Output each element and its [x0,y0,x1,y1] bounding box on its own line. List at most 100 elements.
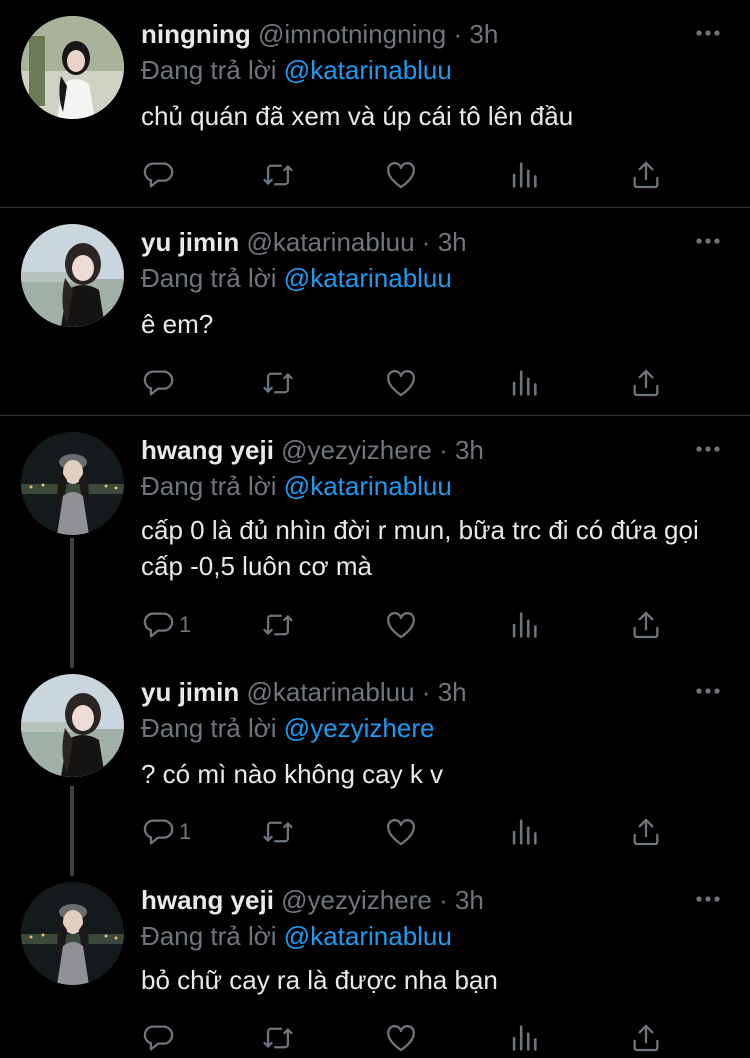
share-button[interactable] [629,605,663,645]
replying-to-label: Đang trả lời [141,263,277,293]
author-name[interactable]: hwang yeji [141,435,274,465]
more-icon[interactable] [694,235,722,247]
more-icon[interactable] [694,893,722,905]
tweet-header: hwang yeji @yezyizhere · 3h [141,430,484,470]
author-name[interactable]: yu jimin [141,677,239,707]
tweet-header: yu jimin @katarinabluu · 3h [141,672,467,712]
mention-link[interactable]: @katarinabluu [284,921,452,951]
tweet-actions: 1 [141,605,681,645]
author-handle[interactable]: @imnotningning [258,19,446,49]
replying-to: Đang trả lời @katarinabluu [141,466,452,506]
reply-button[interactable] [141,363,179,403]
like-button[interactable] [384,363,418,403]
replying-to: Đang trả lời @yezyizhere [141,708,434,748]
retweet-button[interactable] [261,812,295,852]
divider [0,207,750,208]
retweet-icon [261,815,295,849]
replying-to-label: Đang trả lời [141,471,277,501]
tweet-actions: 1 [141,812,681,852]
views-button[interactable] [507,1018,541,1058]
more-icon[interactable] [694,27,722,39]
reply-button[interactable] [141,1018,179,1058]
views-button[interactable] [507,812,541,852]
reply-button[interactable]: 1 [141,812,191,852]
author-handle[interactable]: @katarinabluu [246,677,414,707]
divider [0,415,750,416]
views-button[interactable] [507,363,541,403]
views-button[interactable] [507,605,541,645]
timestamp[interactable]: 3h [438,677,467,707]
avatar[interactable] [21,674,124,777]
tweet[interactable]: yu jimin @katarinabluu · 3h Đang trả lời… [0,672,750,862]
separator-dot: · [453,19,463,49]
mention-link[interactable]: @katarinabluu [284,55,452,85]
avatar[interactable] [21,16,124,119]
replying-to-label: Đang trả lời [141,713,277,743]
share-button[interactable] [629,1018,663,1058]
share-icon [629,158,663,192]
tweet[interactable]: ningning @imnotningning · 3h Đang trả lờ… [0,14,750,204]
share-icon [629,366,663,400]
tweet[interactable]: yu jimin @katarinabluu · 3h Đang trả lời… [0,222,750,412]
tweet-text: ê em? [141,309,214,339]
reply-button[interactable] [141,155,179,195]
tweet-text: chủ quán đã xem và úp cái tô lên đầu [141,101,574,131]
tweet[interactable]: hwang yeji @yezyizhere · 3h Đang trả lời… [0,880,750,1055]
reply-count: 1 [179,612,192,637]
reply-button[interactable]: 1 [141,605,191,645]
tweet-text: ? có mì nào không cay k v [141,759,444,789]
views-button[interactable] [507,155,541,195]
author-handle[interactable]: @katarinabluu [246,227,414,257]
views-icon [507,1021,541,1055]
replying-to: Đang trả lời @katarinabluu [141,258,452,298]
retweet-button[interactable] [261,605,295,645]
more-icon[interactable] [694,443,722,455]
like-button[interactable] [384,155,418,195]
author-name[interactable]: ningning [141,19,251,49]
reply-icon [141,366,175,400]
timestamp[interactable]: 3h [455,885,484,915]
reply-count: 1 [179,819,192,844]
author-handle[interactable]: @yezyizhere [281,885,432,915]
avatar[interactable] [21,224,124,327]
tweet-actions [141,363,681,403]
heart-icon [384,815,418,849]
tweet-text: bỏ chữ cay ra là được nha bạn [141,965,498,995]
tweet-header: hwang yeji @yezyizhere · 3h [141,880,484,920]
reply-icon [141,608,175,642]
author-name[interactable]: hwang yeji [141,885,274,915]
tweet[interactable]: hwang yeji @yezyizhere · 3h Đang trả lời… [0,430,750,650]
avatar[interactable] [21,432,124,535]
share-button[interactable] [629,812,663,852]
like-button[interactable] [384,605,418,645]
timestamp[interactable]: 3h [455,435,484,465]
separator-dot: · [439,885,448,915]
mention-link[interactable]: @yezyizhere [284,713,435,743]
separator-dot: · [421,227,431,257]
retweet-button[interactable] [261,363,295,403]
heart-icon [384,366,418,400]
views-icon [507,608,541,642]
like-button[interactable] [384,812,418,852]
tweet-header: ningning @imnotningning · 3h [141,14,498,54]
share-icon [629,815,663,849]
retweet-icon [261,158,295,192]
author-name[interactable]: yu jimin [141,227,239,257]
more-icon[interactable] [694,685,722,697]
mention-link[interactable]: @katarinabluu [284,471,452,501]
author-handle[interactable]: @yezyizhere [281,435,432,465]
mention-link[interactable]: @katarinabluu [284,263,452,293]
retweet-button[interactable] [261,1018,295,1058]
replying-to: Đang trả lời @katarinabluu [141,916,452,956]
tweet-header: yu jimin @katarinabluu · 3h [141,222,467,262]
replying-to-label: Đang trả lời [141,921,277,951]
retweet-icon [261,1021,295,1055]
share-button[interactable] [629,363,663,403]
timestamp[interactable]: 3h [469,19,498,49]
avatar[interactable] [21,882,124,985]
separator-dot: · [439,435,448,465]
retweet-button[interactable] [261,155,295,195]
share-button[interactable] [629,155,663,195]
timestamp[interactable]: 3h [438,227,467,257]
like-button[interactable] [384,1018,418,1058]
